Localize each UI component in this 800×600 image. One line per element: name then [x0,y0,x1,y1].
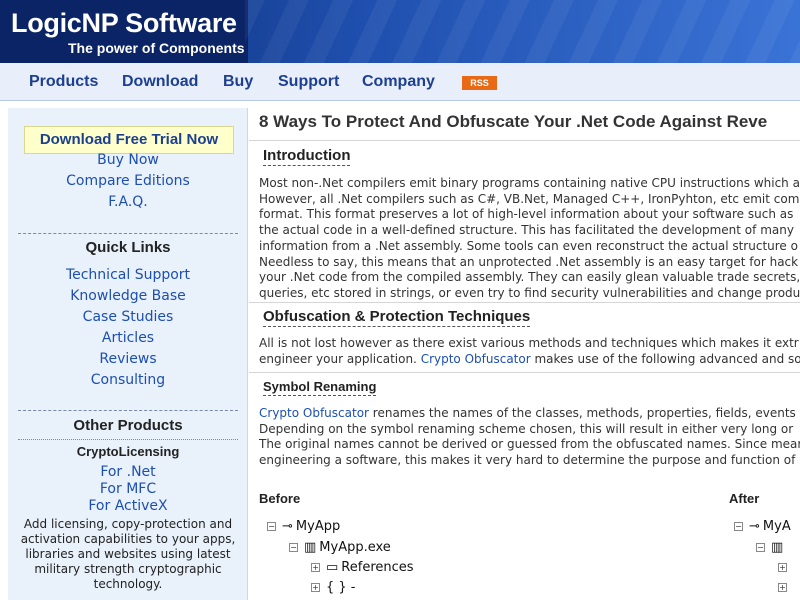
tree-label: { } - [326,580,356,595]
assembly-icon: ▥ [771,540,784,555]
compare-editions-link[interactable]: Compare Editions [8,173,248,189]
tree-node[interactable]: + [778,560,787,575]
nav-support[interactable]: Support [278,73,339,91]
text-line: All is not lost however as there exist v… [259,336,799,350]
nav-buy[interactable]: Buy [223,73,253,91]
technical-support-link[interactable]: Technical Support [8,267,248,283]
desc-line: activation capabilities to your apps, [20,532,236,546]
divider [18,439,238,440]
nav-company[interactable]: Company [362,73,435,91]
download-trial-button[interactable]: Download Free Trial Now [24,126,234,154]
tree-label: MyA [762,519,791,534]
buy-now-link[interactable]: Buy Now [8,152,248,168]
intro-paragraph: Most non-.Net compilers emit binary prog… [259,176,800,302]
nav-download[interactable]: Download [122,73,198,91]
text-span: engineer your application. [259,351,421,366]
collapse-icon[interactable]: − [267,522,276,531]
collapse-icon[interactable]: − [289,543,298,552]
knowledge-base-link[interactable]: Knowledge Base [8,288,248,304]
rss-badge[interactable]: RSS [462,76,497,90]
nav-products[interactable]: Products [29,73,98,91]
before-label: Before [259,491,301,506]
folder-icon: ▭ [326,560,339,575]
collapse-icon[interactable]: − [734,522,743,531]
expand-icon[interactable]: + [778,563,787,572]
tree-node[interactable]: + [778,580,787,595]
desc-line: Add licensing, copy-protection and [23,517,233,531]
tree-node[interactable]: − ▥ MyApp.exe [289,540,391,555]
obfuscation-heading: Obfuscation & Protection Techniques [263,308,531,327]
expand-icon[interactable]: + [311,583,320,592]
namespace-icon: ⊸ [749,519,760,534]
assembly-icon: ▥ [304,540,317,555]
intro-heading: Introduction [263,147,351,166]
case-studies-link[interactable]: Case Studies [8,309,248,325]
crypto-obfuscator-link[interactable]: Crypto Obfuscator [259,406,369,420]
article: 8 Ways To Protect And Obfuscate Your .Ne… [249,108,800,600]
consulting-link[interactable]: Consulting [8,372,248,388]
section-rule [249,372,800,373]
for-mfc-link[interactable]: For MFC [8,481,248,497]
other-products-heading: Other Products [73,417,183,434]
site-banner: LogicNP Software The power of Components [0,0,800,63]
text-line: engineer your application. Crypto Obfusc… [259,352,800,368]
top-nav: Products Download Buy Support Company [0,63,800,101]
text-line: format. This format preserves a lot of h… [259,207,794,222]
divider [18,233,238,234]
text-line: the actual code in a well-defined struct… [259,223,794,238]
desc-line: technology. [93,577,163,591]
symbol-renaming-paragraph: Crypto Obfuscator renames the names of t… [259,406,800,469]
text-line: your .Net code from the compiled assembl… [259,270,800,285]
text-line: information from a .Net assembly. Some t… [259,238,798,253]
tree-node[interactable]: − ⊸ MyApp [267,519,340,534]
reviews-link[interactable]: Reviews [8,351,248,367]
desc-line: libraries and websites using latest [25,547,231,561]
expand-icon[interactable]: + [778,583,787,592]
tree-label: MyApp [295,519,341,534]
logo-tagline: The power of Components [68,40,245,56]
text-line: Depending on the symbol renaming scheme … [259,421,794,436]
desc-line: military strength cryptographic [34,562,222,576]
quick-links-heading: Quick Links [85,239,171,256]
tree-label: MyApp.exe [319,540,391,555]
articles-link[interactable]: Articles [8,330,248,346]
page-title: 8 Ways To Protect And Obfuscate Your .Ne… [259,112,768,131]
text-line: engineering a software, this makes it ve… [259,453,796,468]
for-activex-link[interactable]: For ActiveX [8,498,248,514]
text-line: The original names cannot be derived or … [259,437,800,452]
cryptolicensing-title: CryptoLicensing [76,444,180,459]
text-span: makes use of the following advanced and … [530,351,800,366]
product-description: Add licensing, copy-protection and activ… [16,517,240,592]
symbol-renaming-heading: Symbol Renaming [263,379,377,396]
text-line: Most non-.Net compilers emit binary prog… [259,176,800,190]
crypto-obfuscator-link[interactable]: Crypto Obfuscator [421,352,531,366]
collapse-icon[interactable]: − [756,543,765,552]
title-rule [249,140,800,141]
text-span: renames the names of the classes, method… [368,406,796,420]
text-line: queries, etc stored in strings, or even … [259,285,800,300]
logo-title: LogicNP Software [11,8,237,38]
expand-icon[interactable]: + [311,563,320,572]
text-line: Crypto Obfuscator renames the names of t… [259,406,800,422]
section-rule [249,302,800,303]
divider [18,410,238,411]
tree-node[interactable]: − ▥ [756,540,786,555]
tree-node[interactable]: + { } - [311,580,359,595]
text-line: Needless to say, this means that an unpr… [259,254,799,269]
for-net-link[interactable]: For .Net [8,464,248,480]
faq-link[interactable]: F.A.Q. [8,194,248,210]
tree-node[interactable]: + ▭ References [311,560,414,575]
namespace-icon: ⊸ [282,519,293,534]
sidebar: Download Free Trial Now Buy Now Compare … [8,108,248,600]
obfuscation-paragraph: All is not lost however as there exist v… [259,336,800,367]
banner-decoration [245,0,800,63]
tree-label: References [341,560,414,575]
text-line: However, all .Net compilers such as C#, … [259,191,800,206]
logo[interactable]: LogicNP Software The power of Components [0,0,248,63]
tree-node[interactable]: − ⊸ MyA [734,519,791,534]
after-label: After [729,491,760,506]
